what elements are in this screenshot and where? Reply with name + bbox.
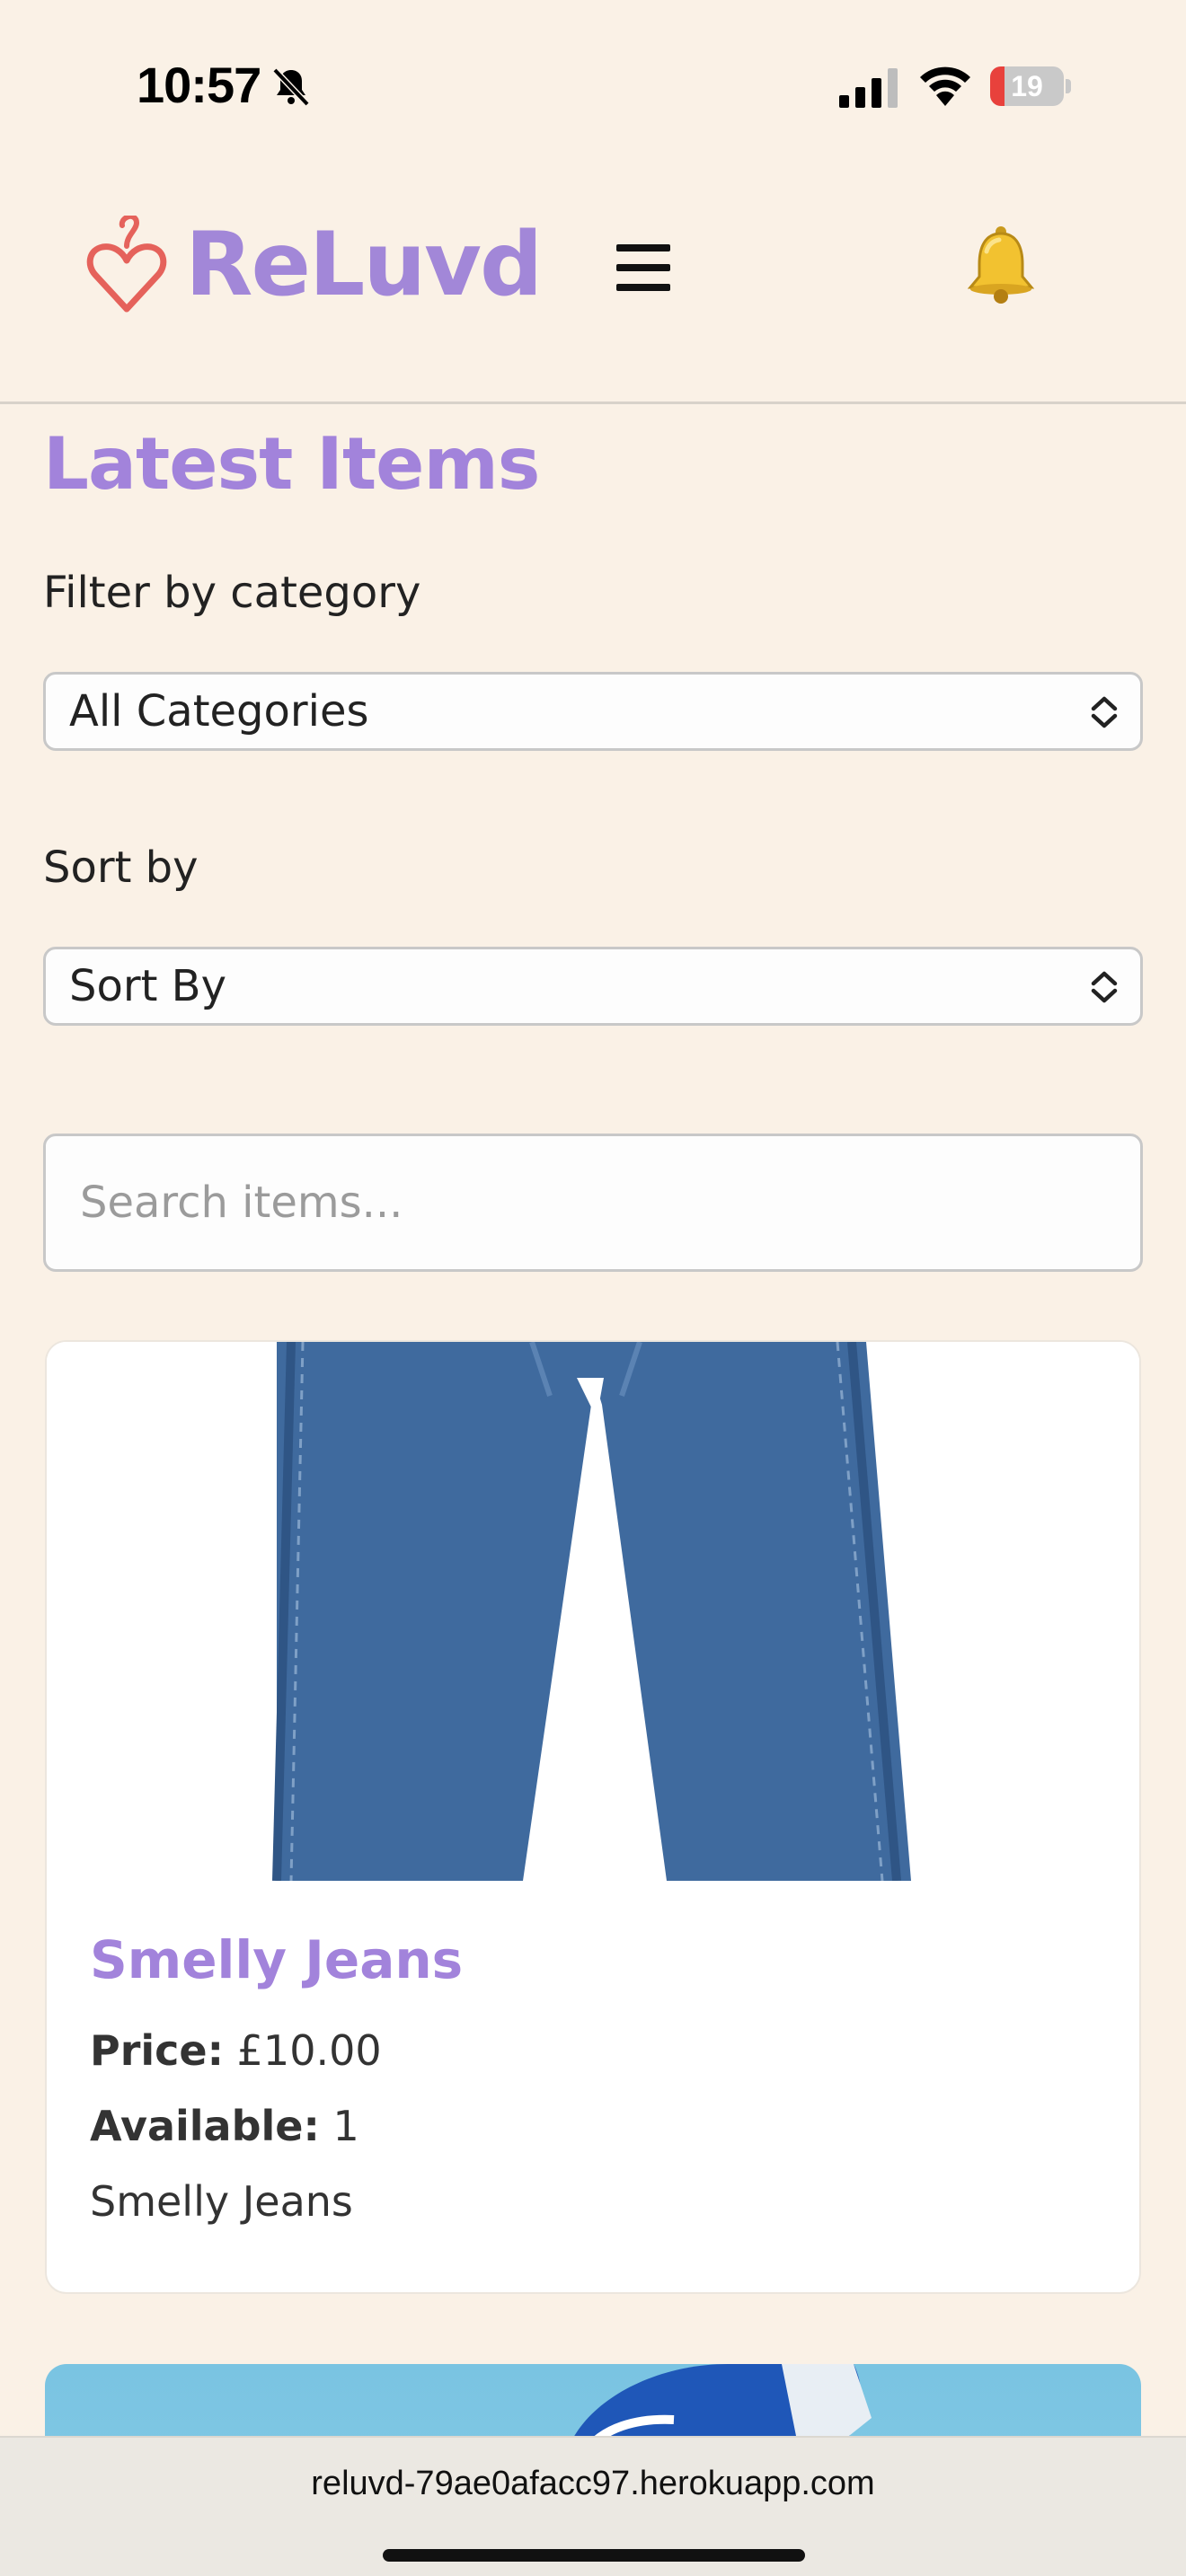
item-description: Smelly Jeans (90, 2177, 353, 2226)
page-title: Latest Items (43, 422, 540, 506)
available-label: Available: (90, 2102, 320, 2150)
status-time: 10:57 (137, 57, 261, 113)
category-select[interactable]: All Categories (43, 672, 1143, 751)
sort-label: Sort by (43, 842, 199, 893)
filter-label: Filter by category (43, 568, 421, 618)
bell-icon[interactable] (965, 225, 1037, 305)
chevron-up-down-icon (1091, 696, 1118, 728)
hamburger-menu-icon[interactable] (616, 244, 674, 295)
item-availability: Available: 1 (90, 2102, 359, 2150)
category-select-value: All Categories (69, 686, 369, 737)
price-label: Price: (90, 2026, 225, 2075)
item-card[interactable]: Smelly Jeans Price: £10.00 Available: 1 … (45, 1340, 1141, 2294)
battery-charging-icon: 19 (990, 66, 1071, 106)
bell-slash-icon (272, 67, 310, 107)
browser-address-bar[interactable]: reluvd-79ae0afacc97.herokuapp.com (0, 2436, 1186, 2576)
app-header: ReLuvd (0, 171, 1186, 404)
logo-text[interactable]: ReLuvd (185, 214, 543, 316)
url-text[interactable]: reluvd-79ae0afacc97.herokuapp.com (0, 2465, 1186, 2503)
available-value: 1 (332, 2102, 359, 2150)
item-title[interactable]: Smelly Jeans (90, 1929, 463, 1990)
item-price: Price: £10.00 (90, 2026, 382, 2075)
home-indicator[interactable] (383, 2549, 805, 2562)
item-image[interactable] (47, 1342, 1141, 1881)
cellular-signal-icon (839, 68, 898, 108)
battery-percentage: 19 (1011, 70, 1043, 102)
search-input[interactable] (43, 1134, 1143, 1272)
chevron-up-down-icon (1091, 971, 1118, 1003)
status-bar: 10:57 19 (0, 0, 1186, 171)
sort-select-value: Sort By (69, 961, 226, 1011)
heart-hanger-icon[interactable] (86, 216, 167, 314)
wifi-icon (920, 66, 970, 106)
sort-select[interactable]: Sort By (43, 947, 1143, 1026)
price-value: £10.00 (236, 2026, 382, 2075)
